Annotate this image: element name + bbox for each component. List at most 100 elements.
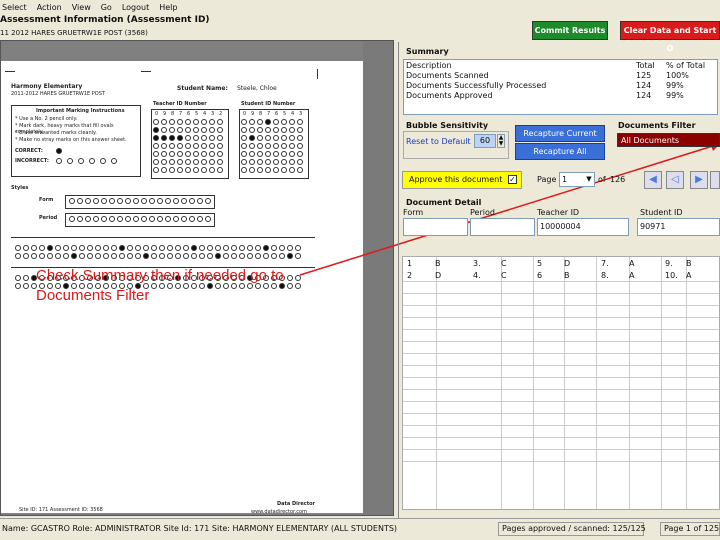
- bubble: [173, 198, 179, 204]
- answer-value: C: [501, 259, 507, 268]
- bubble: [241, 119, 247, 125]
- teacher-id-field[interactable]: 10000004: [537, 218, 629, 236]
- bubble: [175, 245, 181, 251]
- bubble: [161, 151, 167, 157]
- summary-col-percent: % of Total: [666, 60, 706, 70]
- last-page-button[interactable]: [710, 171, 720, 189]
- bubble: [249, 143, 255, 149]
- bubble: [263, 245, 269, 251]
- bubble: [141, 216, 147, 222]
- bubble: [273, 151, 279, 157]
- bubble: [241, 135, 247, 141]
- answer-value: C: [501, 271, 507, 280]
- bubble: [297, 135, 303, 141]
- bubble: [23, 245, 29, 251]
- summary-cell: Documents Successfully Processed: [406, 80, 547, 90]
- bubble: [217, 119, 223, 125]
- bubble: [125, 216, 131, 222]
- approve-label: Approve this document: [409, 175, 503, 184]
- bubble: [271, 245, 277, 251]
- menu-help[interactable]: Help: [159, 3, 177, 12]
- menu-go[interactable]: Go: [101, 3, 112, 12]
- bubble: [197, 216, 203, 222]
- form-field[interactable]: [403, 218, 468, 236]
- sensitivity-value-input[interactable]: 60: [474, 134, 496, 148]
- page-total: 126: [610, 175, 626, 184]
- bubble: [193, 119, 199, 125]
- bubble: [185, 135, 191, 141]
- next-page-button[interactable]: ▶: [690, 171, 708, 189]
- bubble: [159, 253, 165, 259]
- bubble: [297, 151, 303, 157]
- bubble: [217, 127, 223, 133]
- digit-label: 9: [251, 111, 255, 117]
- menu-logout[interactable]: Logout: [122, 3, 149, 12]
- student-id-field[interactable]: 90971: [637, 218, 720, 236]
- answer-value: A: [629, 271, 635, 280]
- recapture-all-button[interactable]: Recapture All: [515, 143, 605, 160]
- answer-value: D: [564, 259, 571, 268]
- period-label: Period: [39, 215, 58, 221]
- summary-cell: 124: [636, 80, 652, 90]
- menu-view[interactable]: View: [72, 3, 91, 12]
- bubble: [273, 143, 279, 149]
- bubble: [289, 127, 295, 133]
- bubble: [265, 151, 271, 157]
- first-page-button[interactable]: ◁: [666, 171, 684, 189]
- bubble: [69, 216, 75, 222]
- period-field[interactable]: [470, 218, 535, 236]
- bubble: [281, 135, 287, 141]
- digit-label: 7: [179, 111, 183, 117]
- bubble: [185, 119, 191, 125]
- bubble: [141, 198, 147, 204]
- check-icon: ✓: [508, 175, 517, 184]
- summary-grid: Description Total % of Total Documents S…: [404, 60, 717, 100]
- chevron-down-icon[interactable]: ▼: [584, 173, 594, 186]
- answer-value: A: [686, 271, 692, 280]
- incorrect-examples: [56, 158, 117, 164]
- clear-data-button[interactable]: Clear Data and Start O: [620, 21, 720, 53]
- reset-default-link[interactable]: Reset to Default: [406, 137, 471, 146]
- bubble: [297, 159, 303, 165]
- corner-mark: [141, 71, 151, 72]
- documents-filter-select[interactable]: All Documents: [617, 133, 720, 147]
- digit-label: 0: [155, 111, 159, 117]
- grid-row-line: [403, 377, 719, 378]
- bubble: [255, 245, 261, 251]
- commit-results-button[interactable]: Commit Results: [532, 21, 608, 40]
- bubble: [79, 253, 85, 259]
- bubble: [265, 119, 271, 125]
- bubble: [79, 245, 85, 251]
- bubble: [119, 245, 125, 251]
- sensitivity-spinner[interactable]: ▲ ▼: [497, 134, 505, 148]
- previous-page-button[interactable]: ◀: [644, 171, 662, 189]
- bubble: [265, 135, 271, 141]
- bubble: [241, 143, 247, 149]
- bubble: [161, 167, 167, 173]
- bubble: [297, 119, 303, 125]
- menu-action[interactable]: Action: [37, 3, 62, 12]
- bubble: [209, 119, 215, 125]
- digit-label: 8: [171, 111, 175, 117]
- menu-select[interactable]: Select: [2, 3, 27, 12]
- bubble: [249, 151, 255, 157]
- summary-header-row: Description Total % of Total: [404, 60, 717, 70]
- bubble: [223, 245, 229, 251]
- digit-label: 4: [291, 111, 295, 117]
- approve-document-checkbox[interactable]: Approve this document ✓: [402, 171, 522, 189]
- bubble: [189, 198, 195, 204]
- answer-grid[interactable]: 1 B 3. C 5 D 7. A 9. B 2 D 4. C 6 B 8. A 10. A: [402, 256, 720, 510]
- recapture-current-button[interactable]: Recapture Current: [515, 125, 605, 142]
- bubble: [289, 151, 295, 157]
- bubble: [87, 245, 93, 251]
- bubble: [149, 216, 155, 222]
- question-number: 9.: [665, 259, 673, 268]
- bubble: [119, 253, 125, 259]
- bubble: [169, 167, 175, 173]
- bubble: [77, 198, 83, 204]
- summary-table: Description Total % of Total Documents S…: [403, 59, 718, 115]
- bubble: [153, 167, 159, 173]
- bubble: [289, 159, 295, 165]
- bubble: [209, 135, 215, 141]
- bubble: [165, 198, 171, 204]
